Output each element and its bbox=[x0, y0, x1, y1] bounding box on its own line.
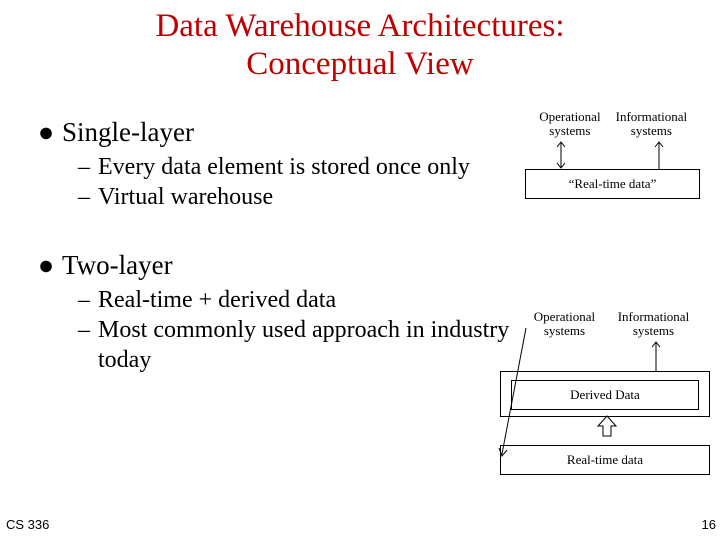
slide-body: ● Single-layer – Every data element is s… bbox=[30, 105, 520, 375]
realtime-data-box: “Real-time data” bbox=[525, 169, 700, 199]
sub-bullet: – Every data element is stored once only bbox=[78, 152, 520, 182]
up-arrow-icon bbox=[650, 340, 662, 372]
sub-bullet-text: Real-time + derived data bbox=[98, 285, 520, 315]
footer-page: 16 bbox=[702, 517, 716, 532]
dash-icon: – bbox=[78, 182, 98, 212]
sub-bullet-text: Most commonly used approach in industry … bbox=[98, 315, 520, 375]
up-arrow-icon bbox=[653, 140, 665, 170]
diagram-single-layer: Operational systems Informational system… bbox=[525, 110, 700, 199]
title-line-2: Conceptual View bbox=[246, 46, 473, 82]
block-up-arrow-icon bbox=[596, 414, 618, 438]
sub-bullet: – Virtual warehouse bbox=[78, 182, 520, 212]
bullet-dot-icon: ● bbox=[30, 117, 62, 148]
bullet-text: Single-layer bbox=[62, 117, 194, 148]
sub-bullet-text: Virtual warehouse bbox=[98, 182, 520, 212]
sub-bullet: – Most commonly used approach in industr… bbox=[78, 315, 520, 375]
label-operational: Operational systems bbox=[522, 310, 607, 339]
title-line-1: Data Warehouse Architectures: bbox=[155, 8, 564, 44]
derived-data-box: Derived Data bbox=[511, 380, 699, 410]
label-text: Informational systems bbox=[618, 309, 689, 338]
dash-icon: – bbox=[78, 152, 98, 182]
footer-course: CS 336 bbox=[6, 517, 49, 532]
label-text: Informational systems bbox=[616, 109, 687, 138]
label-informational: Informational systems bbox=[609, 110, 694, 139]
label-text: Operational systems bbox=[539, 109, 600, 138]
label-operational: Operational systems bbox=[531, 110, 609, 139]
box-label: “Real-time data” bbox=[569, 176, 657, 191]
bullet-dot-icon: ● bbox=[30, 250, 62, 281]
dash-icon: – bbox=[78, 285, 98, 315]
down-arrow-icon bbox=[496, 322, 532, 462]
double-arrow-icon bbox=[555, 140, 567, 170]
bullet-single-layer: ● Single-layer bbox=[30, 117, 520, 148]
box-label: Derived Data bbox=[570, 387, 640, 402]
label-informational: Informational systems bbox=[607, 310, 700, 339]
slide-title: Data Warehouse Architectures: Conceptual… bbox=[0, 0, 720, 84]
diagram-two-layer: Operational systems Informational system… bbox=[500, 310, 710, 475]
sub-bullet-text: Every data element is stored once only bbox=[98, 152, 520, 182]
dash-icon: – bbox=[78, 315, 98, 375]
box-label: Real-time data bbox=[567, 452, 643, 467]
bullet-text: Two-layer bbox=[62, 250, 173, 281]
bullet-two-layer: ● Two-layer bbox=[30, 250, 520, 281]
label-text: Operational systems bbox=[534, 309, 595, 338]
sub-bullet: – Real-time + derived data bbox=[78, 285, 520, 315]
